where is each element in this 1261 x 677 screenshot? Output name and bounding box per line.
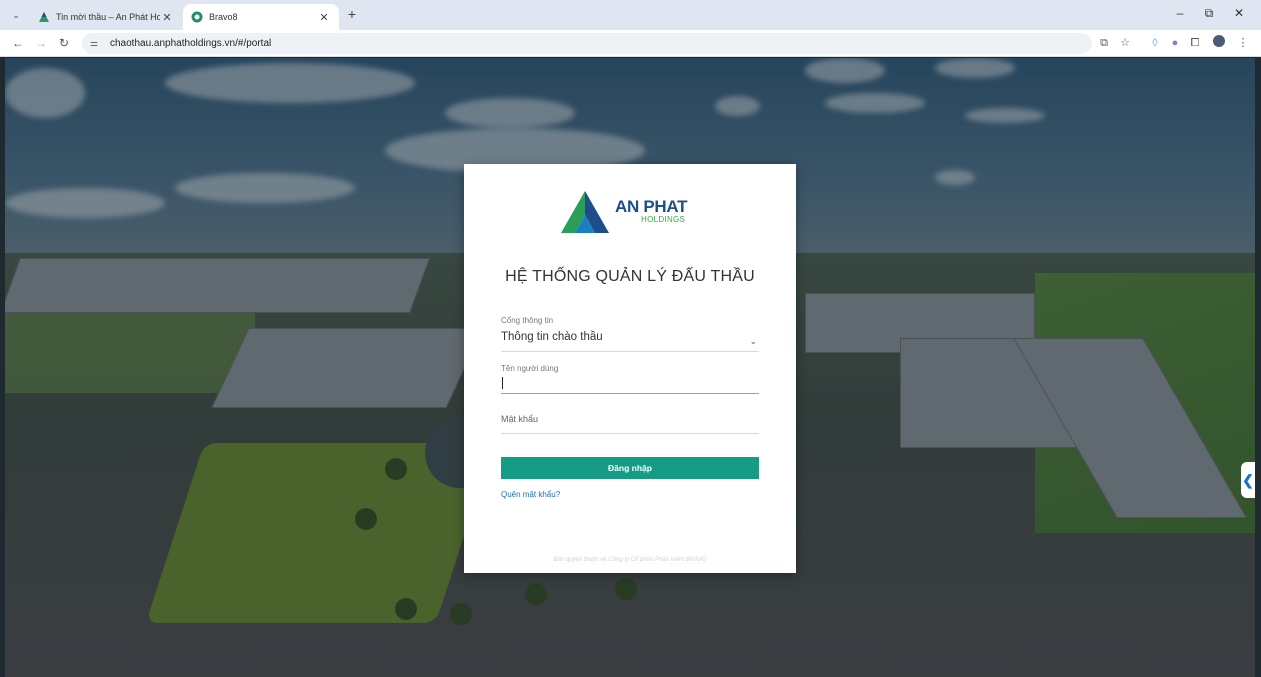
site-info-icon[interactable]: ⚌ [90, 38, 104, 49]
username-field[interactable]: Tên người dùng [501, 364, 759, 394]
close-tab-icon[interactable]: ✕ [160, 11, 174, 24]
field-underline [501, 351, 759, 352]
anphat-logo-icon [561, 191, 609, 233]
page-title: HỆ THỐNG QUẢN LÝ ĐẤU THẦU [505, 268, 755, 285]
profile-icon[interactable] [1211, 35, 1227, 51]
page-viewport: ❮ AN PHAT HOLDINGS HỆ THỐNG QUẢN LÝ ĐẤU … [5, 58, 1255, 677]
tab-tin-moi-thau[interactable]: Tin mời thầu – An Phát Holding ✕ [30, 4, 182, 30]
portal-value: Thông tin chào thầu [501, 331, 603, 343]
password-field[interactable]: Mật khẩu [501, 414, 759, 434]
menu-icon[interactable]: ⋮ [1235, 35, 1251, 51]
logo-main-text: AN PHAT [615, 197, 688, 216]
forgot-password-link[interactable]: Quên mật khẩu? [501, 490, 560, 499]
tab-title: Tin mời thầu – An Phát Holding [56, 12, 160, 22]
field-underline [501, 393, 759, 394]
company-logo: AN PHAT HOLDINGS [559, 189, 709, 235]
portal-label: Cổng thông tin [501, 316, 554, 325]
close-tab-icon[interactable]: ✕ [317, 11, 331, 24]
extension-leaf-icon[interactable]: ● [1167, 35, 1183, 51]
chevron-down-icon[interactable]: ⌄ [749, 336, 757, 347]
browser-tab-bar: ⌄ Tin mời thầu – An Phát Holding ✕ Bravo… [0, 0, 1261, 30]
side-panel-toggle[interactable]: ❮ [1241, 462, 1255, 498]
anphat-favicon-icon [39, 12, 49, 22]
tab-search-icon[interactable]: ⌄ [8, 7, 24, 23]
extension-drop-icon[interactable]: ◊ [1147, 35, 1163, 51]
cast-icon[interactable]: ⧉ [1096, 35, 1112, 51]
text-caret [502, 377, 503, 389]
restore-button[interactable]: ⧉ [1199, 6, 1219, 21]
logo-wordmark: AN PHAT HOLDINGS [615, 197, 688, 224]
address-bar[interactable]: ⚌ chaothau.anphatholdings.vn/#/portal [82, 33, 1092, 54]
copyright-text: Bản quyền thuộc về Công ty Cổ phần Phần … [553, 557, 707, 563]
login-card: AN PHAT HOLDINGS HỆ THỐNG QUẢN LÝ ĐẤU TH… [464, 164, 796, 573]
username-label: Tên người dùng [501, 364, 559, 373]
url-text: chaothau.anphatholdings.vn/#/portal [110, 38, 272, 49]
forward-arrow-icon[interactable]: → [33, 35, 49, 51]
avatar [1213, 35, 1225, 47]
portal-select[interactable]: Cổng thông tin Thông tin chào thầu ⌄ [501, 316, 759, 352]
password-label: Mật khẩu [501, 414, 539, 424]
bravo-favicon-icon [191, 11, 203, 23]
minimize-button[interactable]: – [1170, 6, 1190, 20]
close-window-button[interactable]: ✕ [1229, 6, 1249, 20]
logo-sub-text: HOLDINGS [641, 215, 686, 224]
reload-icon[interactable]: ↻ [56, 35, 72, 51]
star-icon[interactable]: ☆ [1117, 35, 1133, 51]
extensions-icon[interactable]: ⧠ [1187, 35, 1203, 51]
new-tab-button[interactable]: + [344, 6, 360, 22]
browser-toolbar: ← → ↻ ⚌ chaothau.anphatholdings.vn/#/por… [0, 30, 1261, 57]
tab-bravo8[interactable]: Bravo8 ✕ [183, 4, 339, 30]
field-underline [501, 433, 759, 434]
tab-title: Bravo8 [209, 12, 238, 22]
login-button[interactable]: Đăng nhập [501, 457, 759, 479]
back-arrow-icon[interactable]: ← [10, 35, 26, 51]
